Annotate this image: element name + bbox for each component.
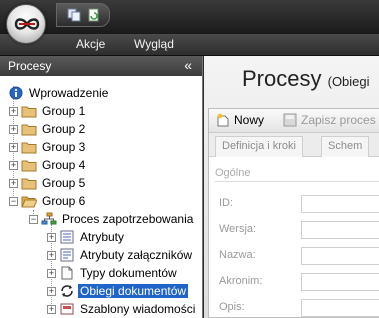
attachment-attributes-icon	[60, 248, 74, 262]
tree-item-label: Group 2	[42, 122, 86, 136]
opis-field[interactable]	[301, 299, 379, 317]
page-title-text: Procesy	[242, 66, 322, 91]
main-toolbar: Nowy Zapisz proces	[209, 109, 379, 133]
expand-icon[interactable]: +	[9, 178, 18, 188]
expand-icon[interactable]: +	[9, 142, 18, 152]
tree-item-label: Obiegi dokumentów	[78, 284, 189, 298]
nazwa-field[interactable]	[301, 247, 379, 265]
process-icon	[41, 212, 57, 225]
new-button[interactable]: Nowy	[215, 113, 264, 127]
tree-item-atrybuty-zalacznikow[interactable]: + Atrybuty załączników	[47, 246, 194, 264]
folder-icon	[21, 142, 37, 154]
panel-title: Procesy	[8, 59, 52, 73]
collapse-icon[interactable]: −	[29, 214, 38, 224]
tree-item-label: Group 3	[42, 140, 86, 154]
new-icon	[217, 113, 229, 127]
tree-item-group-2[interactable]: + Group 2	[9, 120, 87, 138]
main-area: Procesy (Obiegi Nowy Zapisz proces Defin…	[204, 56, 379, 318]
tab-label: Schem	[328, 140, 363, 152]
expand-icon[interactable]: +	[47, 232, 56, 242]
id-label: ID:	[219, 197, 234, 209]
tree-item-label: Proces zapotrzebowania	[62, 212, 194, 226]
tree-item-obiegi-dokumentow[interactable]: + Obiegi dokumentów	[47, 282, 189, 300]
expand-icon[interactable]: +	[9, 106, 18, 116]
document-types-icon	[61, 266, 73, 280]
tree-item-group-3[interactable]: + Group 3	[9, 138, 87, 156]
panel-header: Procesy «	[0, 56, 202, 76]
collapse-icon[interactable]: −	[9, 196, 18, 206]
open-folder-icon	[21, 196, 37, 208]
menu-wyglad[interactable]: Wygląd	[134, 37, 174, 51]
tab-strip: Definicja i kroki Schem	[209, 133, 379, 157]
menu-akcje[interactable]: Akcje	[76, 37, 105, 51]
tree-item-label: Group 1	[42, 104, 86, 118]
expand-icon[interactable]: +	[9, 124, 18, 134]
app-menu-button[interactable]	[6, 4, 46, 44]
collapse-panel-button[interactable]: «	[184, 57, 192, 73]
section-divider	[215, 181, 379, 182]
tree-item-proces-zapotrzebowania[interactable]: − Proces zapotrzebowania	[29, 210, 195, 228]
new-label: Nowy	[234, 113, 265, 127]
refresh-document-icon[interactable]	[87, 8, 101, 22]
page-title: Procesy (Obiegi	[242, 66, 370, 92]
tree-item-group-5[interactable]: + Group 5	[9, 174, 87, 192]
expand-icon[interactable]: +	[47, 268, 56, 278]
tree-item-group-1[interactable]: + Group 1	[9, 102, 87, 120]
tab-label: Definicja i kroki	[222, 140, 296, 152]
expand-icon[interactable]: +	[47, 304, 56, 314]
copy-icon[interactable]	[67, 8, 81, 22]
folder-icon	[21, 178, 37, 190]
section-title: Ogólne	[215, 167, 251, 179]
wersja-label: Wersja:	[219, 223, 257, 235]
expand-icon[interactable]: +	[9, 160, 18, 170]
process-tree: Wprowadzenie + Group 1 + Group 2 + Group…	[0, 78, 203, 318]
tree-item-typy-dokumentow[interactable]: + Typy dokumentów	[47, 264, 179, 282]
tree-item-label: Group 6	[42, 194, 86, 208]
akronim-label: Akronim:	[219, 275, 263, 287]
save-icon	[283, 113, 297, 127]
menu-bar: Akcje Wygląd	[0, 34, 379, 56]
tree-item-group-6[interactable]: − Group 6	[9, 192, 87, 210]
attributes-icon	[60, 230, 74, 244]
tree-item-szablony-wiadomosci[interactable]: + Szablony wiadomości	[47, 300, 197, 318]
tree-item-label: Atrybuty	[80, 230, 125, 244]
opis-label: Opis:	[219, 301, 245, 313]
process-panel: Procesy « Wprowadzenie + Group 1 + Group…	[0, 56, 203, 318]
akronim-field[interactable]	[301, 273, 379, 291]
tree-item-label: Wprowadzenie	[29, 86, 109, 100]
content-panel: Nowy Zapisz proces Definicja i kroki Sch…	[208, 108, 379, 318]
page-subtitle: (Obiegi	[327, 74, 370, 89]
save-process-label: Zapisz proces	[301, 113, 376, 127]
id-field[interactable]	[301, 195, 379, 213]
quick-access-toolbar	[56, 3, 110, 27]
expand-icon[interactable]: +	[47, 250, 56, 260]
folder-icon	[21, 106, 37, 118]
tree-item-label: Group 4	[42, 158, 86, 172]
message-templates-icon	[60, 303, 74, 315]
workflow-icon	[61, 285, 73, 297]
save-process-button[interactable]: Zapisz proces	[283, 113, 376, 127]
tree-item-label: Group 5	[42, 176, 86, 190]
tree-item-wprowadzenie[interactable]: Wprowadzenie	[8, 84, 110, 102]
tree-item-group-4[interactable]: + Group 4	[9, 156, 87, 174]
tree-item-label: Atrybuty załączników	[80, 248, 193, 262]
nazwa-label: Nazwa:	[219, 249, 256, 261]
info-icon	[9, 86, 23, 100]
folder-icon	[21, 124, 37, 136]
tree-item-label: Typy dokumentów	[80, 266, 177, 280]
folder-icon	[21, 160, 37, 172]
wersja-field[interactable]	[301, 221, 379, 239]
expand-icon[interactable]: +	[47, 286, 56, 296]
tree-item-label: Szablony wiadomości	[80, 302, 196, 316]
tab-definicja-i-kroki[interactable]: Definicja i kroki	[215, 136, 303, 157]
tree-item-atrybuty[interactable]: + Atrybuty	[47, 228, 126, 246]
tab-schemat[interactable]: Schem	[321, 136, 370, 157]
app-logo-icon	[14, 18, 40, 30]
title-bar	[0, 0, 379, 34]
